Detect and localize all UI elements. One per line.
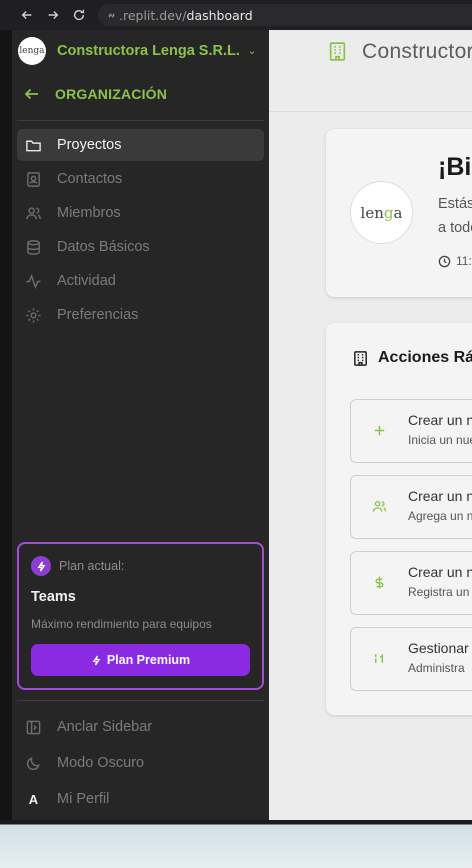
sidebar-item-contactos[interactable]: Contactos [17,163,264,195]
lightning-icon [92,655,101,665]
action-create-member[interactable]: Crear un nuevo Agrega un nuevo [350,475,472,539]
welcome-card: lenga ¡Bienvenido Estás a todo 11: [326,129,472,297]
gear-icon [26,307,41,323]
divider [17,120,264,121]
contact-icon [27,171,40,187]
users-icon [26,206,41,219]
building-icon [329,42,346,61]
url-path: dashboard [186,7,253,23]
welcome-text-line2: a todo [438,220,472,236]
chevron-down-icon: ⌄ [247,45,257,57]
address-bar[interactable]: .replit.dev/dashboard [98,4,472,26]
url-host: .replit.dev/ [119,7,187,23]
action-title: Crear un nuevo [408,412,472,428]
dark-mode-toggle[interactable]: Modo Oscuro [17,746,264,780]
plan-description: Máximo rendimiento para equipos [31,617,212,631]
link-icon [108,12,115,18]
dollar-icon [371,574,388,591]
database-icon [27,239,40,255]
arrow-left-icon [21,11,32,19]
avatar: A [28,791,39,807]
activity-icon [26,273,41,289]
action-description: Inicia un nuevo [408,433,472,447]
moon-icon [26,756,40,770]
sidebar-item-label: Proyectos [57,137,122,153]
sidebar-item-datos-basicos[interactable]: Datos Básicos [17,231,264,263]
building-icon [354,350,367,366]
action-title: Gestionar [408,640,469,656]
org-logo: lenga [350,181,413,244]
back-to-organization[interactable]: ORGANIZACIÓN [24,86,167,102]
sidebar-item-label: Contactos [57,171,123,187]
app-window: lenga Constructora Lenga S.R.L. ⌄ ORGANI… [12,30,472,820]
sidebar-bottom-nav: Anclar Sidebar Modo Oscuro A Mi Perfil [17,710,264,818]
divider [17,700,264,701]
welcome-text-line1: Estás [438,196,472,212]
reload-icon [73,9,85,21]
sidebar-item-actividad[interactable]: Actividad [17,265,264,297]
org-name: Constructora Lenga S.R.L. [57,43,240,59]
sidebar-nav: Proyectos Contactos Miembros Datos Básic… [17,129,264,333]
folder-icon [26,140,41,151]
action-manage[interactable]: Gestionar Administra [350,627,472,691]
page-title: Constructora Lenga S.R.L. [362,40,472,63]
pin-sidebar-label: Anclar Sidebar [57,719,153,735]
back-nav-button[interactable] [14,2,40,28]
action-description: Agrega un nuevo [408,509,472,523]
quick-actions-card: Acciones Rápidas Crear un nuevo Inicia u… [326,323,472,715]
dark-mode-label: Modo Oscuro [57,755,145,771]
action-title: Crear un nuevo [408,564,472,580]
action-title: Crear un nuevo [408,488,472,504]
welcome-heading: ¡Bienvenido [438,153,472,181]
profile-button[interactable]: A Mi Perfil [17,782,264,816]
section-label: ORGANIZACIÓN [55,86,168,102]
quick-actions-header: Acciones Rápidas [352,349,472,367]
window-edge [0,30,12,820]
sidebar-item-label: Preferencias [57,307,139,323]
action-create-project[interactable]: Crear un nuevo Inicia un nuevo [350,399,472,463]
sidebar: lenga Constructora Lenga S.R.L. ⌄ ORGANI… [12,30,269,820]
sidebar-item-preferencias[interactable]: Preferencias [17,299,264,331]
action-description: Administra [408,661,465,675]
plan-premium-button[interactable]: Plan Premium [31,644,250,676]
action-description: Registra un [408,585,470,599]
action-create-payment[interactable]: Crear un nuevo Registra un [350,551,472,615]
org-switcher[interactable]: lenga Constructora Lenga S.R.L. ⌄ [18,36,256,66]
plan-label: Plan actual: [59,559,125,573]
clock-icon [438,255,451,267]
plus-icon [371,422,388,439]
forward-nav-button[interactable] [40,2,66,28]
quick-actions-title: Acciones Rápidas [378,349,472,366]
sidebar-item-proyectos[interactable]: Proyectos [17,129,264,161]
sidebar-item-label: Miembros [57,205,121,221]
plan-card: Plan actual: Teams Máximo rendimiento pa… [17,542,264,690]
lightning-icon [31,556,51,576]
welcome-time: 11: [438,254,472,268]
sidebar-item-miembros[interactable]: Miembros [17,197,264,229]
page-header: Constructora Lenga S.R.L. [269,30,472,112]
plan-name: Teams [31,589,76,605]
org-logo: lenga [18,37,46,65]
sidebar-panel-icon [26,720,41,734]
time-value: 11: [456,254,472,268]
sidebar-item-label: Actividad [57,273,116,289]
tool-icon [371,650,388,667]
pin-sidebar-button[interactable]: Anclar Sidebar [17,710,264,744]
browser-toolbar: .replit.dev/dashboard [0,0,472,30]
sidebar-item-label: Datos Básicos [57,239,150,255]
main-content: Constructora Lenga S.R.L. lenga ¡Bienven… [269,30,472,820]
arrow-left-icon [24,88,38,100]
arrow-right-icon [48,11,59,19]
users-icon [371,498,388,515]
reload-button[interactable] [66,2,92,28]
plan-button-label: Plan Premium [106,653,191,667]
profile-label: Mi Perfil [57,791,110,807]
